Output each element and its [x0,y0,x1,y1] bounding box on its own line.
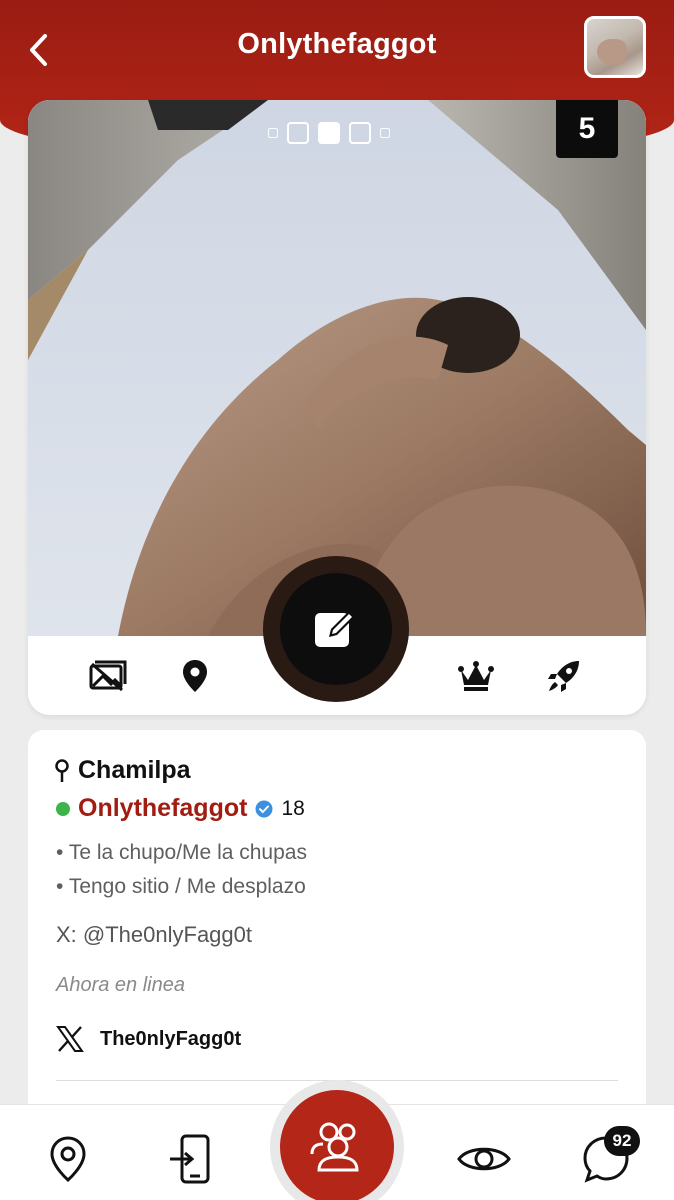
profile-handle: X: @The0nlyFagg0t [56,922,252,947]
profile-tag: Tengo sitio / Me desplazo [56,870,307,904]
verified-icon [255,800,273,817]
name-row: Onlythefaggot 18 [56,794,305,823]
map-pin-icon [183,660,207,692]
gallery-icon [89,660,127,692]
carousel-dot-active[interactable] [318,122,340,144]
carousel-dot[interactable] [287,122,309,144]
profile-info: Chamilpa Onlythefaggot 18 Te la chupo/Me… [28,730,646,1110]
location-icon [50,1136,86,1182]
avatar[interactable] [584,16,646,78]
login-icon [170,1134,210,1184]
eye-icon [457,1147,511,1171]
profile-card: 5 [28,100,646,715]
profile-tags: Te la chupo/Me la chupas Tengo sitio / M… [56,836,307,904]
premium-button[interactable] [456,656,496,696]
online-status: Ahora en linea [56,974,185,996]
location-button[interactable] [175,656,215,696]
x-account-name: The0nlyFagg0t [100,1027,242,1050]
location-row: Chamilpa [54,756,191,785]
carousel-dot[interactable] [349,122,371,144]
edit-profile-button[interactable] [280,573,392,685]
boost-button[interactable] [544,656,584,696]
nav-visitors[interactable] [454,1129,514,1189]
gallery-button[interactable] [88,656,128,696]
crown-icon [458,661,494,691]
x-logo-icon [56,1026,84,1052]
profile-age: 18 [281,796,305,820]
profile-tag: Te la chupo/Me la chupas [56,836,307,870]
profile-name: Onlythefaggot [78,794,248,822]
online-indicator [56,801,70,816]
carousel-indicator [268,122,390,144]
nav-login[interactable] [160,1129,220,1189]
carousel-dot[interactable] [268,128,278,138]
photo-count-badge: 5 [556,100,618,158]
chat-count-badge: 92 [604,1126,640,1156]
carousel-dot[interactable] [380,128,390,138]
rocket-icon [548,661,579,692]
nav-people[interactable] [280,1090,394,1200]
page-title: Onlythefaggot [237,28,437,60]
x-account-link[interactable]: The0nlyFagg0t [56,1026,241,1052]
avatar-figure [597,39,627,65]
pin-outline-icon [55,758,69,782]
edit-icon [315,611,355,647]
people-icon [310,1122,359,1172]
nav-location[interactable] [38,1129,98,1189]
location-text: Chamilpa [78,756,191,784]
